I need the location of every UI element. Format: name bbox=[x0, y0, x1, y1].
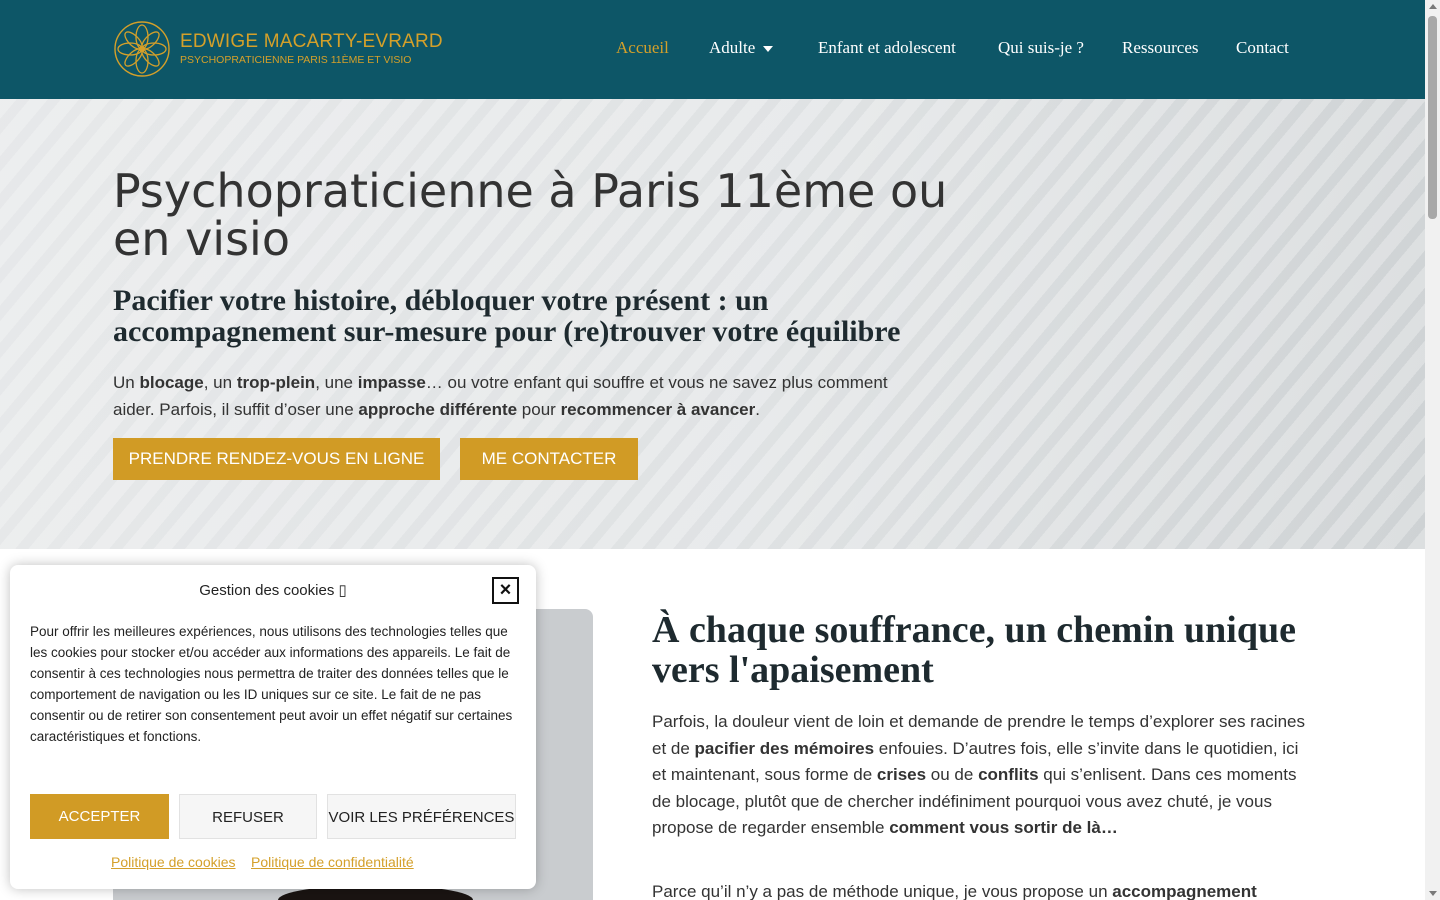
cookie-consent-dialog: Gestion des cookies ▯ × Pour offrir les … bbox=[10, 565, 536, 889]
nav-item-adult-label: Adulte bbox=[709, 38, 756, 57]
section-paragraph-1: Parfois, la douleur vient de loin et dem… bbox=[652, 712, 1305, 837]
nav-item-adult[interactable]: Adulte bbox=[709, 38, 774, 58]
hero-section: Psychopraticienne à Paris 11ème ou en vi… bbox=[0, 99, 1425, 549]
privacy-policy-link[interactable]: Politique de confidentialité bbox=[251, 854, 414, 870]
flower-logo-icon bbox=[114, 21, 170, 77]
nav-item-child[interactable]: Enfant et adolescent bbox=[818, 38, 956, 58]
site-header: EDWIGE MACARTY-EVRARD PSYCHOPRATICIENNE … bbox=[0, 0, 1425, 99]
cookie-policy-link[interactable]: Politique de cookies bbox=[111, 854, 236, 870]
hero-intro-text: Un blocage, un trop-plein, une impasse… … bbox=[113, 373, 888, 419]
refuse-cookies-button[interactable]: REFUSER bbox=[179, 794, 317, 839]
section-title: À chaque souffrance, un chemin unique ve… bbox=[652, 609, 1296, 691]
nav-item-resources[interactable]: Ressources bbox=[1122, 38, 1198, 58]
page-scrollbar[interactable] bbox=[1425, 0, 1440, 900]
scroll-down-arrow-icon[interactable] bbox=[1429, 891, 1437, 896]
section-paragraph-2: Parce qu’il n’y a pas de méthode unique,… bbox=[652, 882, 1257, 900]
nav-item-contact[interactable]: Contact bbox=[1236, 38, 1289, 58]
hero-subtitle: Pacifier votre histoire, débloquer votre… bbox=[113, 284, 901, 348]
cookie-preferences-button[interactable]: VOIR LES PRÉFÉRENCES bbox=[327, 794, 516, 839]
book-appointment-button[interactable]: PRENDRE RENDEZ-VOUS EN LIGNE bbox=[113, 438, 440, 480]
logo-tagline: PSYCHOPRATICIENNE PARIS 11ÈME ET VISIO bbox=[180, 54, 412, 66]
cookie-title: Gestion des cookies ▯ bbox=[199, 582, 347, 599]
hero-title: Psychopraticienne à Paris 11ème ou en vi… bbox=[113, 164, 948, 266]
logo-name: EDWIGE MACARTY-EVRARD bbox=[180, 31, 443, 52]
close-icon[interactable]: × bbox=[492, 577, 519, 604]
site-logo[interactable]: EDWIGE MACARTY-EVRARD PSYCHOPRATICIENNE … bbox=[112, 19, 443, 79]
nav-item-home[interactable]: Accueil bbox=[616, 38, 669, 58]
cookie-description: Pour offrir les meilleures expériences, … bbox=[30, 624, 513, 744]
scroll-up-arrow-icon[interactable] bbox=[1429, 4, 1437, 9]
scrollbar-thumb[interactable] bbox=[1428, 16, 1437, 219]
accept-cookies-button[interactable]: ACCEPTER bbox=[30, 794, 169, 839]
contact-button[interactable]: ME CONTACTER bbox=[460, 438, 638, 480]
nav-item-about[interactable]: Qui suis-je ? bbox=[998, 38, 1084, 58]
caret-down-icon bbox=[763, 46, 774, 53]
